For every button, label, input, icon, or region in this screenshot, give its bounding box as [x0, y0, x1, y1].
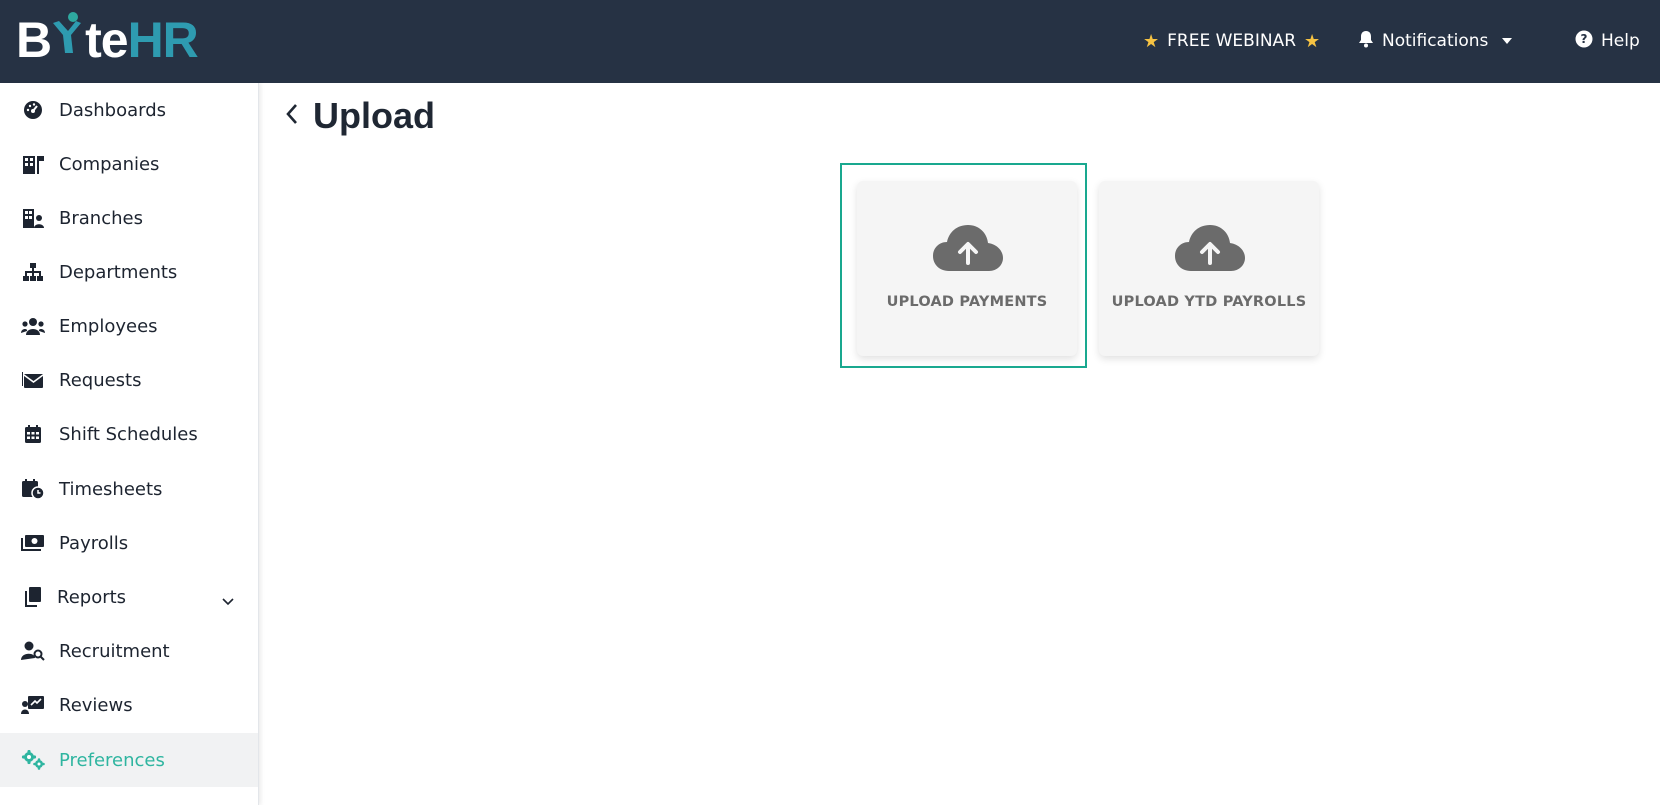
chart-board-icon	[21, 693, 45, 717]
calendar-clock-icon	[21, 477, 45, 501]
envelope-icon	[21, 368, 45, 392]
gears-icon	[21, 748, 45, 772]
branch-icon	[21, 206, 45, 230]
help-dropdown[interactable]: ? Help	[1575, 28, 1640, 54]
logo-figure-icon	[51, 9, 85, 71]
cloud-upload-icon	[933, 223, 1003, 277]
question-circle-icon: ?	[1575, 30, 1593, 53]
sidebar-item-label: Reviews	[59, 694, 133, 716]
sidebar-item-payrolls[interactable]: Payrolls	[0, 516, 258, 570]
chevron-down-icon[interactable]	[222, 590, 234, 611]
money-icon	[21, 531, 45, 555]
sidebar-item-employees[interactable]: Employees	[0, 299, 258, 353]
webinar-label: FREE WEBINAR	[1167, 31, 1297, 51]
sidebar-item-departments[interactable]: Departments	[0, 245, 258, 299]
sidebar-item-companies[interactable]: Companies	[0, 137, 258, 191]
sidebar-item-shift-schedules[interactable]: Shift Schedules	[0, 407, 258, 461]
page-title: Upload	[313, 95, 435, 136]
sidebar-item-label: Branches	[59, 207, 143, 229]
building-icon	[21, 152, 45, 176]
sitemap-icon	[21, 260, 45, 284]
sidebar-item-dashboards[interactable]: Dashboards	[0, 83, 258, 137]
logo-letter-b: B	[16, 12, 52, 68]
notifications-label: Notifications	[1382, 31, 1489, 51]
calendar-icon	[21, 422, 45, 446]
sidebar-item-label: Companies	[59, 153, 160, 175]
caret-down-icon	[1502, 38, 1513, 44]
upload-payments-label: UPLOAD PAYMENTS	[886, 294, 1048, 310]
page-header: Upload	[285, 91, 435, 141]
dashboard-icon	[21, 98, 45, 122]
cloud-upload-icon	[1175, 223, 1245, 277]
sidebar-item-requests[interactable]: Requests	[0, 353, 258, 407]
chevron-left-icon[interactable]	[285, 103, 299, 129]
sidebar-item-reports[interactable]: Reports	[0, 570, 258, 624]
upload-ytd-payrolls-card[interactable]: UPLOAD YTD PAYROLLS	[1099, 181, 1319, 356]
sidebar-item-label: Dashboards	[59, 99, 167, 121]
sidebar-item-recruitment[interactable]: Recruitment	[0, 624, 258, 678]
user-search-icon	[21, 639, 45, 663]
upload-ytd-payrolls-label: UPLOAD YTD PAYROLLS	[1111, 294, 1307, 310]
users-icon	[21, 314, 45, 338]
bytehr-logo[interactable]: B te HR	[16, 9, 199, 71]
sidebar-item-label: Employees	[59, 315, 158, 337]
star-icon: ★	[1143, 30, 1160, 52]
sidebar-item-label: Departments	[59, 261, 178, 283]
sidebar: Dashboards Companies Branches Department…	[0, 83, 259, 805]
sidebar-item-label: Requests	[59, 369, 142, 391]
free-webinar-link[interactable]: ★ FREE WEBINAR ★	[1143, 28, 1320, 54]
sidebar-item-preferences[interactable]: Preferences	[0, 733, 258, 787]
notifications-dropdown[interactable]: Notifications	[1358, 28, 1513, 54]
sidebar-item-label: Shift Schedules	[59, 423, 198, 445]
sidebar-item-reviews[interactable]: Reviews	[0, 678, 258, 732]
sidebar-item-label: Reports	[57, 586, 127, 608]
copy-icon	[21, 585, 45, 609]
sidebar-item-branches[interactable]: Branches	[0, 191, 258, 245]
help-label: Help	[1601, 31, 1640, 51]
svg-text:?: ?	[1581, 32, 1588, 46]
star-icon: ★	[1304, 30, 1321, 52]
upload-payments-card[interactable]: UPLOAD PAYMENTS	[857, 181, 1077, 356]
sidebar-item-label: Preferences	[59, 749, 165, 771]
logo-letters-hr: HR	[127, 12, 199, 68]
logo-letters-te: te	[85, 12, 128, 68]
sidebar-item-timesheets[interactable]: Timesheets	[0, 462, 258, 516]
bell-icon	[1358, 30, 1374, 53]
sidebar-item-label: Timesheets	[59, 478, 163, 500]
sidebar-item-label: Payrolls	[59, 532, 129, 554]
sidebar-item-label: Recruitment	[59, 640, 170, 662]
top-bar: B te HR ★ FREE WEBINAR ★ Notifications ?…	[0, 0, 1660, 83]
